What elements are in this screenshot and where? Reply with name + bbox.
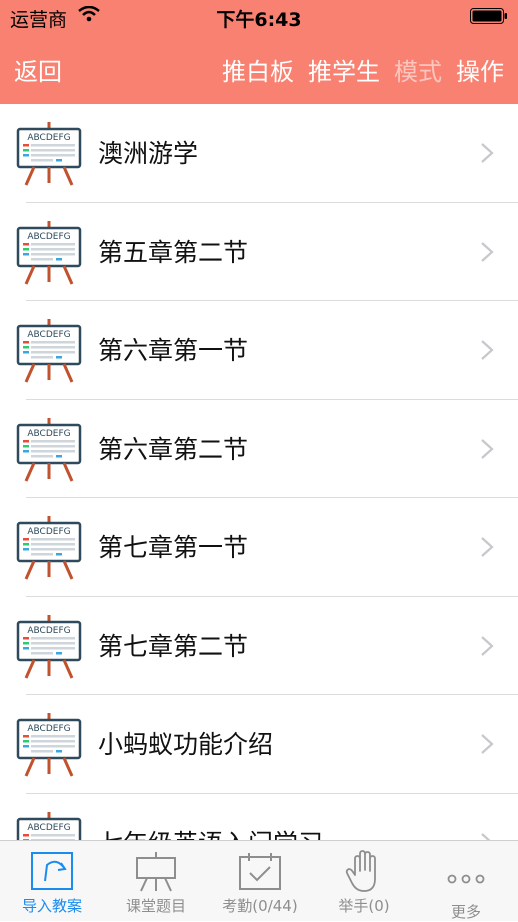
lesson-title: 第六章第二节 <box>98 434 249 464</box>
icon-caption: ABCDEFG <box>27 724 70 734</box>
lesson-title: 小蚂蚁功能介绍 <box>98 730 274 759</box>
tab-class-questions[interactable]: 课堂题目 <box>104 841 208 921</box>
raise-hand-icon <box>345 850 376 892</box>
icon-caption: ABCDEFG <box>27 232 70 242</box>
tab-import-lesson[interactable]: 导入教案 <box>0 841 104 921</box>
tab-label: 导入教案 <box>21 897 82 915</box>
icon-caption: ABCDEFG <box>27 527 70 537</box>
icon-caption: ABCDEFG <box>27 330 70 340</box>
lesson-list: ABCDEFG 澳洲游学 ABCDEFG 第五章第二节 ABCDEFG 第六章第一节 ABC… <box>0 104 518 840</box>
chevron-right-icon <box>481 537 494 557</box>
tab-more[interactable]: 更多 <box>414 841 518 921</box>
lesson-row[interactable]: ABCDEFG 第七章第二节 <box>0 597 518 695</box>
lesson-board-icon: ABCDEFG <box>16 122 82 186</box>
chevron-right-icon <box>481 635 494 656</box>
nav-bar: 返回 推白板 推学生 模式 操作 <box>0 48 518 92</box>
lesson-title: 第五章第二节 <box>98 237 249 267</box>
battery-icon <box>470 8 507 24</box>
tab-raise-hand[interactable]: 举手(0) <box>312 841 416 921</box>
chevron-right-icon <box>481 734 494 754</box>
lesson-board-icon: ABCDEFG <box>16 516 82 580</box>
lesson-board-icon: ABCDEFG <box>16 417 82 482</box>
nav-actions: 推白板 推学生 模式 操作 <box>222 52 504 87</box>
lesson-board-icon: ABCDEFG <box>16 220 82 285</box>
chevron-right-icon <box>481 241 494 262</box>
lesson-title: 第七章第二节 <box>98 631 249 661</box>
lesson-row[interactable]: ABCDEFG 第五章第二节 <box>0 203 518 301</box>
lesson-row[interactable]: ABCDEFG 小蚂蚁功能介绍 <box>0 695 518 794</box>
icon-caption: ABCDEFG <box>27 429 70 439</box>
tab-attendance[interactable]: 考勤(0/44) <box>208 841 312 921</box>
icon-caption: ABCDEFG <box>27 133 70 143</box>
tab-label: 举手(0) <box>338 897 390 915</box>
app-header: 运营商 下午6:43 返回 推白板 推学生 模式 操作 <box>0 0 518 104</box>
back-button[interactable]: 返回 <box>14 52 62 87</box>
lesson-board-icon: ABCDEFG <box>16 614 82 679</box>
lesson-row[interactable]: ABCDEFG 第七章第一节 <box>0 498 518 597</box>
lesson-title: 第六章第一节 <box>98 336 249 365</box>
push-whiteboard-button[interactable]: 推白板 <box>222 52 294 87</box>
lesson-title: 第七章第一节 <box>98 533 249 562</box>
lesson-row[interactable]: ABCDEFG 澳洲游学 <box>0 104 518 203</box>
icon-caption: ABCDEFG <box>27 823 70 833</box>
more-icon <box>447 874 485 884</box>
lesson-title: 七年级英语入门学习 <box>98 824 323 841</box>
easel-icon <box>136 852 176 892</box>
mode-button[interactable]: 模式 <box>394 52 442 87</box>
tab-label: 课堂题目 <box>125 897 186 915</box>
status-bar: 运营商 下午6:43 <box>0 0 518 34</box>
lesson-row[interactable]: ABCDEFG 第六章第一节 <box>0 301 518 400</box>
attendance-calendar-icon <box>239 853 281 890</box>
lesson-board-icon: ABCDEFG <box>16 319 82 383</box>
operation-button[interactable]: 操作 <box>456 52 504 87</box>
status-time: 下午6:43 <box>216 9 302 31</box>
lesson-title: 澳洲游学 <box>98 139 199 168</box>
lesson-board-icon: ABCDEFG <box>16 811 82 840</box>
lesson-board-icon: ABCDEFG <box>16 713 82 777</box>
tab-label: 更多 <box>450 903 481 921</box>
chevron-right-icon <box>481 438 494 459</box>
import-lesson-icon <box>31 852 73 890</box>
chevron-right-icon <box>481 340 494 360</box>
push-students-button[interactable]: 推学生 <box>308 52 380 87</box>
chevron-right-icon <box>481 143 494 163</box>
tab-bar: 导入教案 课堂题目 考勤(0/44) 举手(0) 更多 <box>0 840 518 921</box>
lesson-row[interactable]: ABCDEFG 第六章第二节 <box>0 400 518 498</box>
tab-label: 考勤(0/44) <box>222 897 298 915</box>
icon-caption: ABCDEFG <box>27 626 70 636</box>
chevron-right-icon <box>481 832 491 840</box>
lesson-row[interactable]: ABCDEFG 七年级英语入门学习 <box>0 794 518 841</box>
